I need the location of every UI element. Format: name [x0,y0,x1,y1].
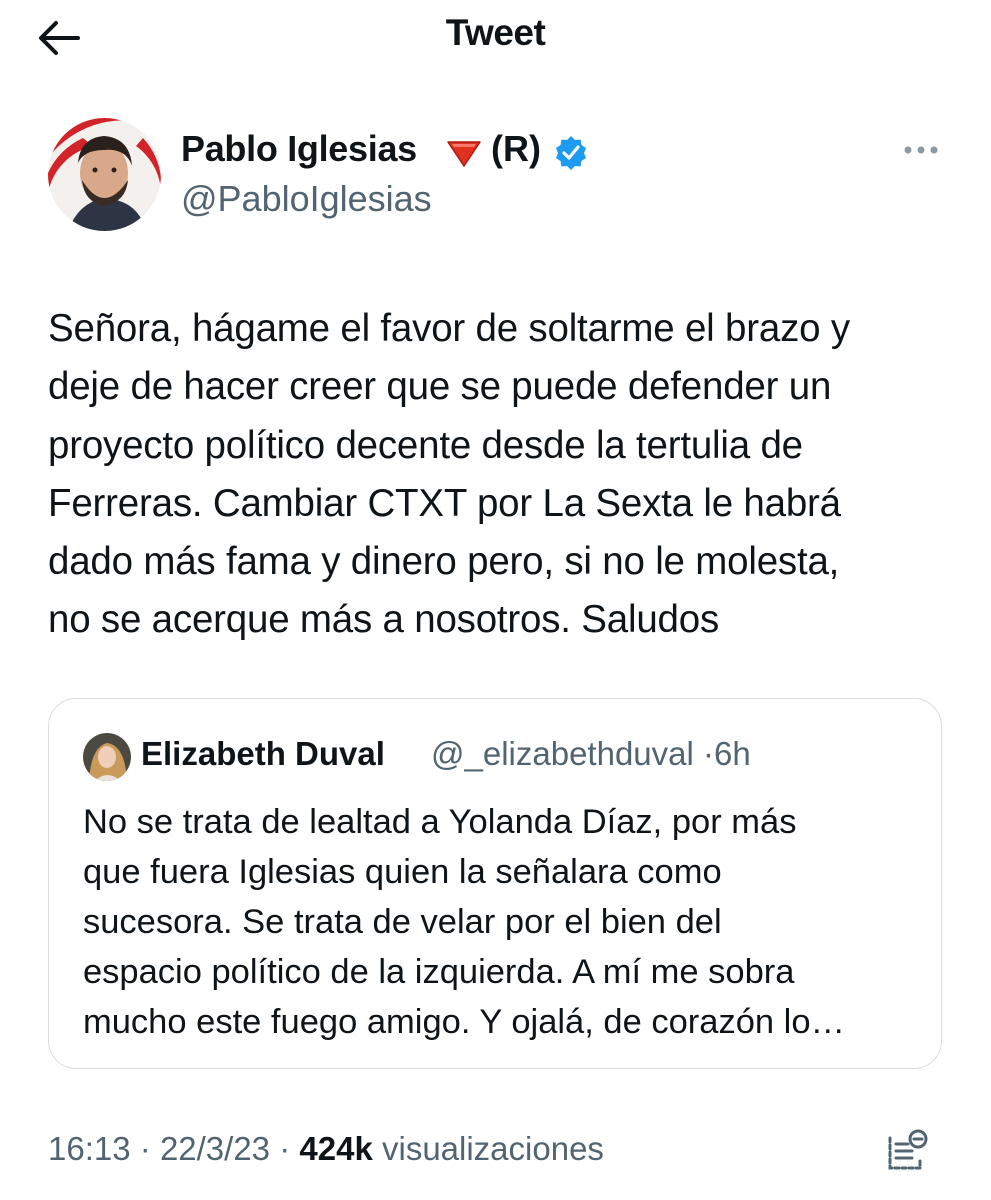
footer-separator: · [279,1130,291,1167]
more-horizontal-icon [904,146,938,154]
tweet-time[interactable]: 16:13 [48,1130,131,1167]
tweet-date[interactable]: 22/3/23 [160,1130,270,1167]
more-button[interactable] [900,135,944,165]
quoted-tweet-card[interactable]: Elizabeth Duval @_elizabethduval ·6h No … [48,698,942,1069]
views-label: visualizaciones [381,1130,604,1167]
tweet-text: Señora, hágame el favor de soltarme el b… [48,307,850,642]
quoted-meta: @_elizabethduval ·6h [431,735,751,773]
quoted-separator: · [703,735,715,772]
page-title: Tweet [445,12,546,53]
footer-separator: · [139,1130,151,1167]
quoted-time: 6h [714,735,751,772]
analytics-button[interactable] [884,1128,930,1174]
verified-badge-icon [556,136,586,170]
author-name[interactable]: Pablo Iglesias [181,128,417,170]
author-tag: (R) [491,128,541,169]
author-handle[interactable]: @PabloIglesias [181,178,432,220]
quoted-author-name: Elizabeth Duval [141,735,385,772]
analytics-icon [888,1129,928,1170]
tweet-footer: 16:13 · 22/3/23 · 424k visualizaciones [48,1130,604,1168]
top-bar: Tweet [0,0,991,80]
avatar[interactable] [48,118,161,231]
quoted-author-handle: @_elizabethduval [431,735,694,772]
quoted-text: No se trata de lealtad a Yolanda Díaz, p… [83,803,846,1041]
red-triangle-down-icon [447,141,481,167]
quoted-avatar [83,733,131,781]
views-count: 424k [299,1130,373,1167]
